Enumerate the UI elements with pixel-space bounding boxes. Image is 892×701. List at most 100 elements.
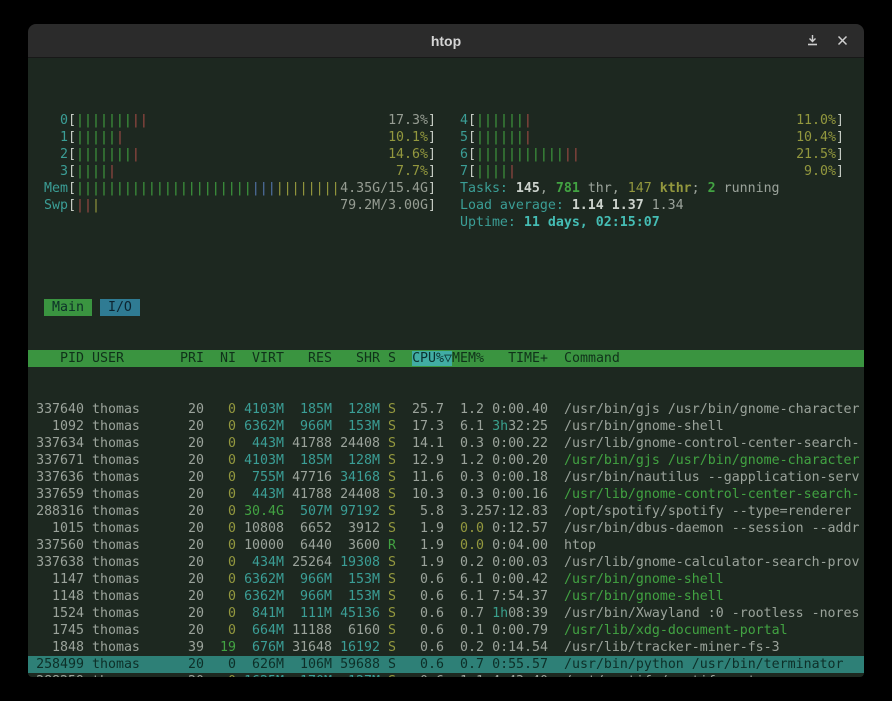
arrow-down-to-bar-icon[interactable]	[806, 34, 819, 47]
column-header-pid[interactable]: PID	[28, 350, 84, 367]
process-row[interactable]: 288316thomas20030.4G507M97192S5.83.257:1…	[28, 503, 864, 520]
cell-shr: 34168	[332, 469, 380, 486]
cell-pri: 20	[172, 401, 204, 418]
stat-segment: Tasks:	[460, 181, 516, 196]
column-header-user[interactable]: USER	[84, 350, 172, 367]
process-row[interactable]: 1524thomas200841M111M45136S0.60.71h08:39…	[28, 605, 864, 622]
cell-cmd: /opt/spotify/spotify --type=gpu-proce	[548, 673, 864, 677]
column-header-s[interactable]: S	[380, 350, 396, 367]
time-hours-prefix: 3h	[492, 419, 508, 434]
column-header-time[interactable]: TIME+	[484, 350, 548, 367]
meters-left-column: 0[|||||||||17.3%]1[||||||10.1%]2[|||||||…	[28, 112, 436, 214]
cell-mem: 0.2	[444, 639, 484, 656]
cell-pri: 20	[172, 486, 204, 503]
meter-track: |||||||||17.3%	[76, 112, 428, 129]
column-header-cpu[interactable]: CPU%▽	[396, 350, 452, 367]
column-header-shr[interactable]: SHR	[332, 350, 380, 367]
cell-cmd: /usr/lib/xdg-document-portal	[548, 622, 864, 639]
cell-user: thomas	[84, 503, 172, 520]
column-header-pri[interactable]: PRI	[172, 350, 204, 367]
cell-pid: 1745	[28, 622, 84, 639]
cell-virt: 443M	[236, 486, 284, 503]
cell-virt: 664M	[236, 622, 284, 639]
meter-bracket-open: [	[68, 112, 76, 129]
process-row[interactable]: 288259thomas2001625M170M127MS0.61.14:43.…	[28, 673, 864, 677]
cell-shr: 127M	[332, 673, 380, 677]
tab-io[interactable]: I/O	[100, 299, 140, 316]
time-rest: 0:00.20	[492, 453, 548, 468]
stat-segment: kthr	[652, 181, 692, 196]
column-header-mem[interactable]: MEM%	[452, 350, 484, 367]
process-row[interactable]: 1147thomas2006362M966M153MS0.66.10:00.42…	[28, 571, 864, 588]
cell-mem: 6.1	[444, 571, 484, 588]
process-row[interactable]: 337636thomas200755M4771634168S11.60.30:0…	[28, 469, 864, 486]
cell-time: 3h32:25	[484, 418, 548, 435]
process-row[interactable]: 1848thomas3919676M3164816192S0.60.20:14.…	[28, 639, 864, 656]
cell-mem: 0.2	[444, 554, 484, 571]
cell-res: 966M	[284, 418, 332, 435]
stat-segment: ,	[540, 181, 556, 196]
terminal[interactable]: 0[|||||||||17.3%]1[||||||10.1%]2[|||||||…	[28, 58, 864, 677]
cell-virt: 6362M	[236, 418, 284, 435]
cell-res: 507M	[284, 503, 332, 520]
cell-pid: 258499	[28, 656, 84, 673]
tab-main[interactable]: Main	[44, 299, 92, 316]
close-icon[interactable]	[837, 35, 848, 46]
meter-bar-segment: ||||	[76, 164, 108, 179]
process-row[interactable]: 258499thomas200626M106M59688S0.60.70:55.…	[28, 656, 864, 673]
cell-user: thomas	[84, 452, 172, 469]
meter-bracket-close: ]	[428, 163, 436, 180]
cell-res: 41788	[284, 486, 332, 503]
cell-res: 185M	[284, 401, 332, 418]
cell-shr: 19308	[332, 554, 380, 571]
cell-user: thomas	[84, 554, 172, 571]
process-row[interactable]: 337640thomas2004103M185M128MS25.71.20:00…	[28, 401, 864, 418]
column-header-virt[interactable]: VIRT	[236, 350, 284, 367]
meter-track: ||||||10.1%	[76, 129, 428, 146]
meter-bar-marks: |||||||	[476, 112, 796, 129]
mem-meter: Mem[|||||||||||||||||||||||||||||||||4.3…	[28, 180, 436, 197]
meter-track: ||||||||14.6%	[76, 146, 428, 163]
cell-cmd: htop	[548, 537, 864, 554]
cell-cmd: /usr/bin/Xwayland :0 -rootless -nores	[548, 605, 864, 622]
meter-bar-segment: ||||||	[476, 130, 524, 145]
meters-panel: 0[|||||||||17.3%]1[||||||10.1%]2[|||||||…	[28, 112, 864, 231]
column-header-command[interactable]: Command	[548, 350, 864, 367]
process-row[interactable]: 337659thomas200443M4178824408S10.30.30:0…	[28, 486, 864, 503]
cell-res: 31648	[284, 639, 332, 656]
meter-bar-marks: |||||	[76, 163, 396, 180]
process-row[interactable]: 337671thomas2004103M185M128MS12.91.20:00…	[28, 452, 864, 469]
meter-bracket-close: ]	[428, 197, 436, 214]
cell-ni: 0	[204, 588, 236, 605]
process-row[interactable]: 337560thomas2001000064403600R1.90.00:04.…	[28, 537, 864, 554]
cell-user: thomas	[84, 435, 172, 452]
cell-ni: 19	[204, 639, 236, 656]
cell-user: thomas	[84, 622, 172, 639]
process-row[interactable]: 1745thomas200664M111886160S0.60.10:00.79…	[28, 622, 864, 639]
cell-shr: 97192	[332, 503, 380, 520]
process-row[interactable]: 1148thomas2006362M966M153MS0.66.17:54.37…	[28, 588, 864, 605]
cell-pri: 20	[172, 418, 204, 435]
process-row[interactable]: 337638thomas200434M2526419308S1.90.20:00…	[28, 554, 864, 571]
meter-bracket-close: ]	[836, 112, 844, 129]
column-header-res[interactable]: RES	[284, 350, 332, 367]
titlebar[interactable]: htop	[28, 24, 864, 58]
cell-cpu: 0.6	[396, 639, 444, 656]
cell-pri: 20	[172, 469, 204, 486]
meter-bar-segment: ||	[76, 198, 92, 213]
process-row[interactable]: 1015thomas2001080866523912S1.90.00:12.57…	[28, 520, 864, 537]
cell-pri: 20	[172, 435, 204, 452]
cell-virt: 6362M	[236, 571, 284, 588]
column-header-ni[interactable]: NI	[204, 350, 236, 367]
cell-pri: 20	[172, 571, 204, 588]
cell-pid: 288316	[28, 503, 84, 520]
cell-cpu: 0.6	[396, 605, 444, 622]
cell-cpu: 0.6	[396, 588, 444, 605]
cell-mem: 0.0	[444, 520, 484, 537]
cell-virt: 4103M	[236, 452, 284, 469]
process-row[interactable]: 1092thomas2006362M966M153MS17.36.13h32:2…	[28, 418, 864, 435]
cell-cmd: /usr/bin/gjs /usr/bin/gnome-character	[548, 401, 864, 418]
cell-res: 11188	[284, 622, 332, 639]
cell-cmd: /usr/lib/gnome-control-center-search-	[548, 486, 864, 503]
process-row[interactable]: 337634thomas200443M4178824408S14.10.30:0…	[28, 435, 864, 452]
